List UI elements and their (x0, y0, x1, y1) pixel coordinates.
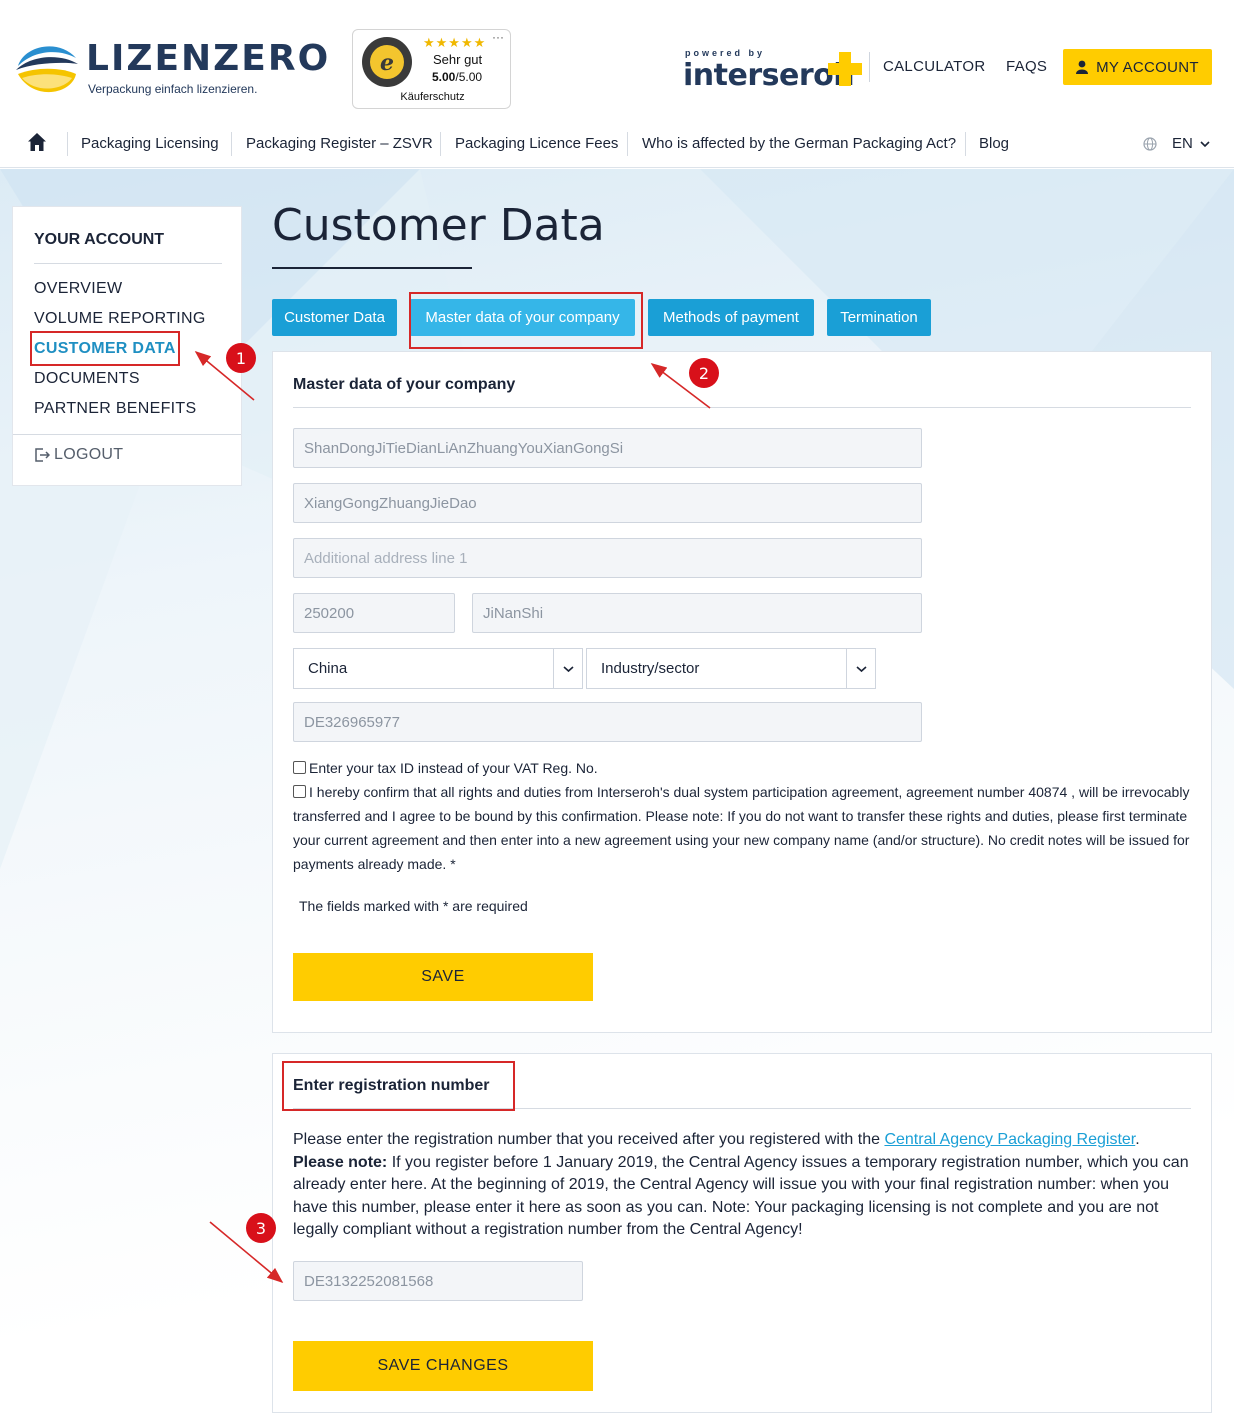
instructions-text: Please enter the registration number tha… (293, 1131, 885, 1148)
nav-divider (627, 132, 628, 156)
annotation-marker-2: 2 (689, 358, 719, 388)
central-agency-link[interactable]: Central Agency Packaging Register (884, 1131, 1135, 1148)
master-data-heading: Master data of your company (293, 376, 516, 393)
company-name-field[interactable]: ShanDongJiTieDianLiAnZhuangYouXianGongSi (293, 428, 922, 468)
user-icon (1076, 60, 1089, 74)
page-title: Customer Data (272, 200, 605, 251)
chevron-down-icon (562, 665, 574, 672)
tab-customer-data[interactable]: Customer Data (272, 299, 397, 336)
postal-code-field[interactable]: 250200 (293, 593, 455, 633)
tab-methods-of-payment[interactable]: Methods of payment (648, 299, 814, 336)
save-changes-button[interactable]: SAVE CHANGES (293, 1341, 593, 1391)
logo-wordmark: LIZENZERO (86, 38, 331, 79)
city-field[interactable]: JiNanShi (472, 593, 922, 633)
buyer-protection-label: Käuferschutz (400, 91, 465, 103)
tax-id-checkbox[interactable] (293, 761, 306, 774)
rating-score: 5.00/5.00 (432, 70, 483, 84)
instructions-punctuation: . (1135, 1131, 1140, 1148)
annotation-box-registration (282, 1061, 515, 1111)
nav-divider (440, 132, 441, 156)
home-icon[interactable] (27, 132, 47, 152)
registration-number-field[interactable]: DE3132252081568 (293, 1261, 583, 1301)
nav-divider (67, 132, 68, 156)
header-divider (869, 52, 870, 82)
required-fields-note: The fields marked with * are required (299, 898, 528, 914)
lizenzero-logo[interactable]: LIZENZERO Verpackung einfach lizenzieren… (14, 38, 328, 100)
language-label: EN (1172, 135, 1193, 152)
globe-icon (1143, 137, 1157, 151)
rating-text: Sehr gut (433, 52, 483, 67)
nav-item-packaging-licensing[interactable]: Packaging Licensing (81, 135, 219, 152)
transfer-confirmation-checkbox[interactable] (293, 785, 306, 798)
annotation-marker-3: 3 (246, 1213, 276, 1243)
calculator-link[interactable]: CALCULATOR (883, 58, 985, 75)
save-button[interactable]: SAVE (293, 953, 593, 1001)
annotation-box-customer-data (30, 331, 180, 366)
tax-id-label: Enter your tax ID instead of your VAT Re… (309, 760, 598, 776)
interseroh-cross-icon (828, 52, 862, 86)
logout-label: LOGOUT (54, 446, 124, 463)
address-line-field[interactable]: Additional address line 1 (293, 538, 922, 578)
trusted-shops-badge[interactable]: e ★★★★★ ··· Sehr gut 5.00/5.00 Käufersch… (352, 29, 511, 109)
registration-instructions: Please enter the registration number tha… (293, 1129, 1193, 1242)
nav-divider (231, 132, 232, 156)
select-arrow (846, 649, 875, 688)
logout-icon (35, 448, 50, 462)
tab-termination[interactable]: Termination (827, 299, 931, 336)
faqs-link[interactable]: FAQS (1006, 58, 1047, 75)
powered-by-label: powered by (685, 48, 766, 58)
chevron-down-icon (855, 665, 867, 672)
logout-link[interactable]: LOGOUT (34, 446, 123, 464)
transfer-confirmation-option: I hereby confirm that all rights and dut… (293, 780, 1193, 876)
lizenzero-logo-mark (16, 46, 78, 93)
country-select[interactable]: China (293, 648, 583, 689)
chevron-down-icon (1200, 141, 1210, 148)
my-account-label: MY ACCOUNT (1096, 58, 1199, 76)
annotation-marker-1: 1 (226, 343, 256, 373)
sidebar-divider (34, 263, 222, 264)
nav-item-licence-fees[interactable]: Packaging Licence Fees (455, 135, 618, 152)
sidebar-item-partner-benefits[interactable]: PARTNER BENEFITS (34, 400, 196, 418)
rating-stars: ★★★★★ (423, 35, 487, 50)
title-underline (272, 267, 472, 269)
country-value: China (308, 660, 348, 677)
main-navigation: Packaging Licensing Packaging Register –… (0, 118, 1234, 168)
nav-item-who-is-affected[interactable]: Who is affected by the German Packaging … (642, 135, 956, 152)
interseroh-partner-logo[interactable]: powered by interseroh (683, 48, 868, 93)
please-note-text: If you register before 1 January 2019, t… (293, 1153, 1189, 1239)
sidebar-item-volume-reporting[interactable]: VOLUME REPORTING (34, 310, 206, 328)
nav-item-blog[interactable]: Blog (979, 135, 1009, 152)
language-selector[interactable]: EN (1172, 135, 1210, 152)
nav-item-packaging-register[interactable]: Packaging Register – ZSVR (246, 135, 433, 152)
top-header: LIZENZERO Verpackung einfach lizenzieren… (0, 0, 1234, 118)
industry-value: Industry/sector (601, 660, 700, 677)
please-note-label: Please note: (293, 1153, 388, 1171)
more-icon: ··· (492, 30, 504, 44)
sidebar-item-documents[interactable]: DOCUMENTS (34, 370, 140, 388)
trusted-shops-seal-icon: e (362, 37, 412, 87)
street-field[interactable]: XiangGongZhuangJieDao (293, 483, 922, 523)
annotation-box-master-data-tab (409, 292, 643, 349)
industry-select[interactable]: Industry/sector (586, 648, 876, 689)
tax-id-option: Enter your tax ID instead of your VAT Re… (293, 756, 1193, 780)
select-arrow (553, 649, 582, 688)
panel-divider (293, 407, 1191, 408)
master-data-panel: Master data of your company ShanDongJiTi… (272, 351, 1212, 1033)
sidebar-divider (13, 434, 241, 435)
transfer-confirmation-label: I hereby confirm that all rights and dut… (293, 784, 1190, 872)
svg-text:e: e (380, 50, 394, 76)
sidebar-item-overview[interactable]: OVERVIEW (34, 280, 122, 298)
nav-divider (965, 132, 966, 156)
sidebar-title: YOUR ACCOUNT (34, 231, 165, 248)
vat-number-field[interactable]: DE326965977 (293, 702, 922, 742)
logo-tagline: Verpackung einfach lizenzieren. (88, 82, 258, 96)
my-account-button[interactable]: MY ACCOUNT (1063, 49, 1212, 85)
